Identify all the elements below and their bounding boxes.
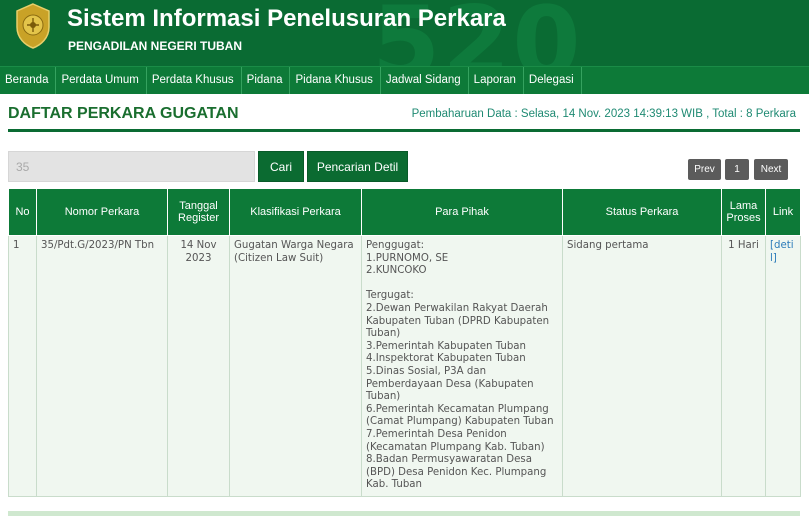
cell-status: Sidang pertama	[562, 235, 722, 497]
nav-item-perdata-umum[interactable]: Perdata Umum	[56, 67, 147, 94]
site-header: 520 Sistem Informasi Penelusuran Perkara…	[0, 0, 809, 66]
cell-nomor: 35/Pdt.G/2023/PN Tbn	[36, 235, 168, 497]
cell-link: [detil]	[765, 235, 801, 497]
case-table: No Nomor Perkara Tanggal Register Klasif…	[8, 188, 801, 497]
cell-klasifikasi: Gugatan Warga Negara (Citizen Law Suit)	[229, 235, 362, 497]
court-emblem-icon	[16, 3, 50, 49]
court-name: PENGADILAN NEGERI TUBAN	[68, 39, 243, 53]
heading-divider	[8, 129, 800, 132]
update-info: Pembaharuan Data : Selasa, 14 Nov. 2023 …	[411, 108, 796, 120]
cell-no: 1	[8, 235, 37, 497]
nav-item-delegasi[interactable]: Delegasi	[524, 67, 582, 94]
col-header-no: No	[8, 188, 37, 236]
cell-tanggal: 14 Nov 2023	[167, 235, 230, 497]
col-header-pihak: Para Pihak	[361, 188, 563, 236]
page-title: DAFTAR PERKARA GUGATAN	[8, 105, 239, 122]
nav-item-perdata-khusus[interactable]: Perdata Khusus	[147, 67, 242, 94]
col-header-nomor: Nomor Perkara	[36, 188, 168, 236]
pagination-page-button[interactable]: 1	[725, 159, 749, 180]
nav-item-laporan[interactable]: Laporan	[469, 67, 524, 94]
nav-item-pidana[interactable]: Pidana	[242, 67, 291, 94]
cell-lama-proses: 1 Hari	[721, 235, 766, 497]
nav-item-pidana-khusus[interactable]: Pidana Khusus	[290, 67, 381, 94]
pagination-next-button[interactable]: Next	[754, 159, 788, 180]
detail-link[interactable]: [detil]	[770, 240, 794, 264]
search-button[interactable]: Cari	[258, 151, 304, 182]
table-row: 1 35/Pdt.G/2023/PN Tbn 14 Nov 2023 Gugat…	[8, 235, 801, 497]
col-header-status: Status Perkara	[562, 188, 722, 236]
col-header-link: Link	[765, 188, 801, 236]
nav-item-beranda[interactable]: Beranda	[0, 67, 57, 94]
table-header-row: No Nomor Perkara Tanggal Register Klasif…	[8, 188, 801, 236]
col-header-tanggal: Tanggal Register	[167, 188, 230, 236]
cell-para-pihak: Penggugat: 1.PURNOMO, SE 2.KUNCOKO Tergu…	[361, 235, 563, 497]
pagination-prev-button[interactable]: Prev	[688, 159, 721, 180]
col-header-lama: Lama Proses	[721, 188, 766, 236]
next-row-strip	[8, 511, 800, 516]
nav-item-jadwal-sidang[interactable]: Jadwal Sidang	[381, 67, 469, 94]
site-title: Sistem Informasi Penelusuran Perkara	[67, 5, 506, 32]
search-input[interactable]	[8, 151, 255, 182]
advanced-search-button[interactable]: Pencarian Detil	[307, 151, 408, 182]
main-nav: Beranda Perdata Umum Perdata Khusus Pida…	[0, 66, 809, 94]
col-header-klasifikasi: Klasifikasi Perkara	[229, 188, 362, 236]
